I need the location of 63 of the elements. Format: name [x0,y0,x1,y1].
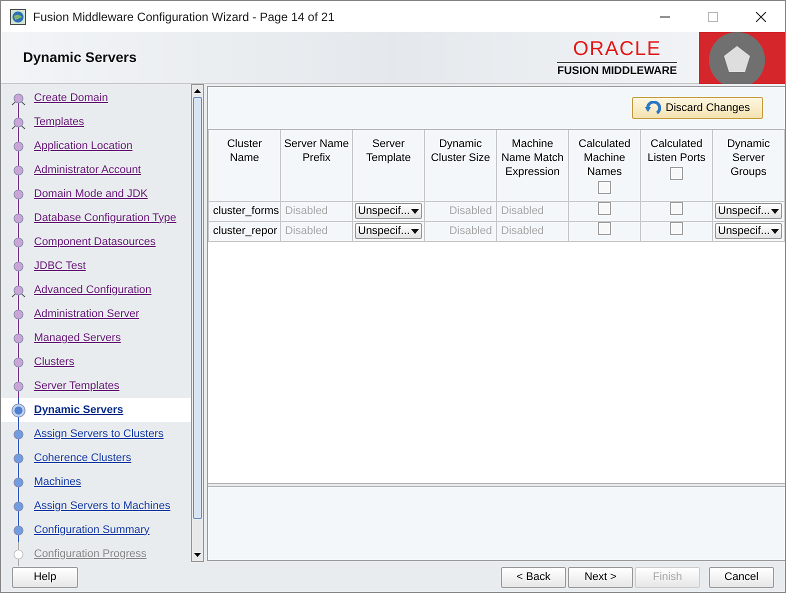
checkbox[interactable] [670,202,683,215]
step-link[interactable]: Administration Server [34,306,140,322]
scroll-down-icon[interactable] [194,553,201,557]
checkbox[interactable] [598,181,611,194]
page-title: Dynamic Servers [23,48,137,67]
step-link[interactable]: Component Datasources [34,234,156,250]
dropdown-arrow-icon [771,208,779,214]
close-icon[interactable] [756,12,766,22]
dropdown[interactable]: Unspecif... [355,203,422,219]
column-header: Server Template [365,137,412,165]
step-link[interactable]: Templates [34,114,84,130]
checkbox[interactable] [598,222,611,235]
dropdown-arrow-icon [411,208,419,214]
column-header: Calculated Listen Ports [646,137,707,165]
column-header: Cluster Name [226,137,263,165]
step-link[interactable]: Machines [34,474,82,490]
table-cell: Disabled [449,224,492,237]
step-link[interactable]: Create Domain [34,90,108,106]
step-link[interactable]: Assign Servers to Machines [34,498,170,514]
table-cell: Disabled [285,224,328,237]
column-header: Calculated Machine Names [578,137,632,179]
table-cell: Disabled [449,204,492,217]
app-icon [10,8,26,24]
scroll-up-icon[interactable] [194,89,201,93]
step-link[interactable]: JDBC Test [34,258,86,274]
wizard-button[interactable]: Next > [568,566,633,588]
step-link[interactable]: Advanced Configuration [34,282,152,298]
step-link[interactable]: Domain Mode and JDK [34,186,148,202]
step-link[interactable]: Administrator Account [34,162,141,178]
column-header: Server Name Prefix [283,137,350,165]
dropdown[interactable]: Unspecif... [715,203,782,219]
checkbox[interactable] [598,202,611,215]
discard-changes-button[interactable]: Discard Changes [632,97,763,119]
step-link[interactable]: Assign Servers to Clusters [34,426,164,442]
table-cell: Disabled [501,224,544,237]
checkbox[interactable] [670,167,683,180]
column-header: Dynamic Server Groups [726,137,771,179]
step-link[interactable]: Coherence Clusters [34,450,132,466]
step-link[interactable]: Clusters [34,354,74,370]
dropdown[interactable]: Unspecif... [715,223,782,239]
step-link[interactable]: Application Location [34,138,132,154]
oracle-logo: ORACLE FUSION MIDDLEWARE [557,38,677,76]
step-link[interactable]: Database Configuration Type [34,210,176,226]
step-link[interactable]: Server Templates [34,378,120,394]
scrollbar[interactable] [191,84,204,562]
wizard-button[interactable]: Cancel [709,566,774,588]
window-title: Fusion Middleware Configuration Wizard - Page 14 of 21 [33,8,334,26]
table-cell: Disabled [285,204,328,217]
dropdown-arrow-icon [411,228,419,234]
column-header: Machine Name Match Expression [500,137,565,179]
wizard-button[interactable]: Help [12,566,78,588]
step-link[interactable]: Configuration Summary [34,522,150,538]
table-cell: cluster_forms [213,204,280,217]
table-cell: cluster_repor [213,224,278,237]
column-header: Dynamic Cluster Size [430,137,492,165]
maximize-icon[interactable] [708,12,718,22]
step-link[interactable]: Managed Servers [34,330,121,346]
dropdown[interactable]: Unspecif... [355,223,422,239]
dropdown-arrow-icon [771,228,779,234]
wizard-button[interactable]: < Back [501,566,566,588]
checkbox[interactable] [670,222,683,235]
table-cell: Disabled [501,204,544,217]
undo-arrow-icon [644,101,661,115]
